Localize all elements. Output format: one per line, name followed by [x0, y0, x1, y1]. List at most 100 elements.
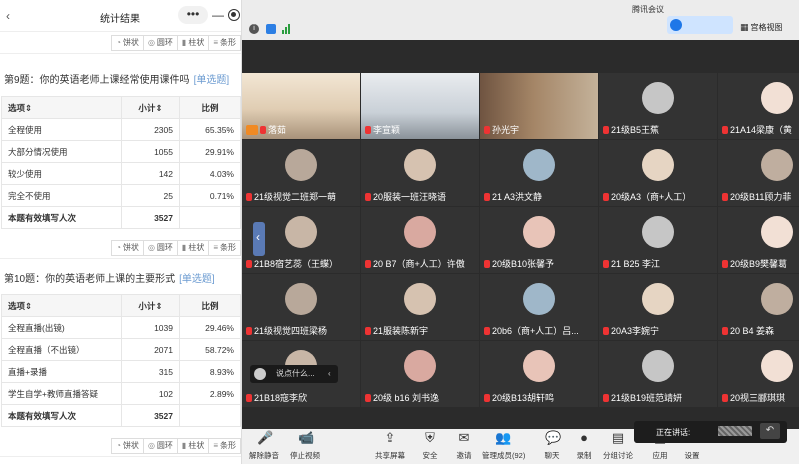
chart-ring-button[interactable]: ◎ 圆环 [142, 240, 178, 256]
participant-tile[interactable]: 20 B4 姜森 [718, 274, 799, 340]
participant-name-text: 孙光宇 [492, 125, 520, 135]
participant-tile[interactable]: 落茹 [242, 73, 360, 139]
participant-tile[interactable]: 20服装一班汪晓语 [361, 140, 479, 206]
participant-name: 21B18寇李欣 [246, 391, 307, 404]
chart-hbar-button[interactable]: ≡ 条形 [208, 35, 241, 51]
shield-icon[interactable] [266, 24, 276, 34]
chart-bar-label: 柱状 [188, 38, 205, 47]
chart-ring-button[interactable]: ◎ 圆环 [142, 35, 178, 51]
participant-tile[interactable]: 21 B25 李江 [599, 207, 717, 273]
mic-muted-icon: 🎤 [257, 430, 274, 445]
participant-tile[interactable]: 20A3李婉宁 [599, 274, 717, 340]
participant-name-text: 20b6（商+人工）吕... [492, 326, 579, 336]
chart-pie-button[interactable]: ◔ 饼状 [111, 240, 144, 256]
participant-tile[interactable]: 李宣颖 [361, 73, 479, 139]
participant-tile[interactable]: 21级视觉二班郑一萌 [242, 140, 360, 206]
toolbar-button-0[interactable]: 🎤 解除静音 [244, 431, 284, 461]
participant-name-text: 21A14梁康（黄 [730, 125, 793, 135]
participant-tile[interactable]: 21A14梁康（黄 [718, 73, 799, 139]
participant-name: 21 B25 李江 [603, 257, 660, 270]
chart-pie-button[interactable]: ◔ 饼状 [111, 35, 144, 51]
col-count-header[interactable]: 小计⇕ [121, 294, 180, 317]
meeting-app-title: 腾讯会议 [632, 5, 664, 14]
participant-name-text: 21服装陈新宇 [373, 326, 429, 336]
participant-tile[interactable]: 21级视觉四班梁杨 [242, 274, 360, 340]
avatar [404, 216, 436, 248]
participant-tile[interactable]: 20级B9樊馨葛 [718, 207, 799, 273]
hbar-icon: ≡ [213, 243, 218, 252]
chart-bar-button[interactable]: ▮ 柱状 [176, 35, 210, 51]
grid-view-button[interactable]: ▦ 宫格视图 [740, 22, 783, 33]
breakout-icon: ▤ [611, 430, 625, 445]
chart-bar-button[interactable]: ▮ 柱状 [176, 438, 210, 454]
emoji-icon[interactable] [254, 368, 266, 380]
avatar [404, 350, 436, 382]
participant-name: 20b6（商+人工）吕... [484, 324, 579, 337]
mic-muted-icon [722, 126, 728, 134]
mic-muted-icon [365, 126, 371, 134]
toolbar-button-2[interactable]: ⇪ 共享屏幕 [370, 431, 410, 461]
table-row: 直播+录播 315 8.93% [1, 360, 241, 383]
participant-name: 21级B19班范靖妍 [603, 391, 682, 404]
chart-hbar-button[interactable]: ≡ 条形 [208, 438, 241, 454]
participant-name: 21级视觉四班梁杨 [246, 324, 327, 337]
record-icon[interactable] [228, 9, 240, 21]
participant-tile[interactable]: 20级B11顾力菲 [718, 140, 799, 206]
chart-bar-button[interactable]: ▮ 柱状 [176, 240, 210, 256]
undo-icon[interactable]: ↶ [760, 423, 780, 439]
chart-ring-button[interactable]: ◎ 圆环 [142, 438, 178, 454]
total-row: 本题有效填写人次 3527 [1, 206, 241, 229]
info-icon[interactable]: i [249, 24, 259, 34]
back-arrow-icon[interactable]: ‹ [6, 9, 10, 23]
participant-tile[interactable]: 20视三郦琪琪 [718, 341, 799, 407]
avatar [642, 283, 674, 315]
chat-quick-input[interactable]: 说点什么... ‹ [250, 365, 338, 383]
minimize-button[interactable]: — [212, 8, 224, 22]
participant-name-text: 落茹 [268, 125, 287, 135]
participant-name: 21级视觉二班郑一萌 [246, 190, 336, 203]
col-ratio-header: 比例 [179, 96, 241, 119]
cloud-record-badge[interactable] [667, 16, 733, 34]
participant-tile[interactable]: 20b6（商+人工）吕... [480, 274, 598, 340]
participant-tile[interactable]: 20级 b16 刘书逸 [361, 341, 479, 407]
panel-header: ‹ 统计结果 ••• — [0, 0, 241, 32]
more-options-button[interactable]: ••• [178, 6, 208, 24]
mic-muted-icon [603, 193, 609, 201]
mic-muted-icon [722, 260, 728, 268]
participant-name-text: 20级B11顾力菲 [730, 192, 792, 202]
participant-tile[interactable]: 20 B7（商+人工）许傲 [361, 207, 479, 273]
participant-tile[interactable]: 孙光宇 [480, 73, 598, 139]
avatar [285, 283, 317, 315]
participant-name: 21服装陈新宇 [365, 324, 428, 337]
col-option-header[interactable]: 选项⇕ [1, 96, 122, 119]
chart-pie-button[interactable]: ◔ 饼状 [111, 438, 144, 454]
participant-tile[interactable]: 20级A3（商+人工） [599, 140, 717, 206]
toolbar-button-4[interactable]: ✉ 邀请 [444, 431, 484, 461]
shield-icon: ⛨ [425, 430, 435, 445]
participant-tile[interactable]: 21服装陈新宇 [361, 274, 479, 340]
participant-tile[interactable]: 20级B13胡轩鸣 [480, 341, 598, 407]
toolbar-button-8[interactable]: ▤ 分组讨论 [598, 431, 638, 461]
mic-muted-icon [484, 394, 490, 402]
toolbar-button-1[interactable]: 📹 停止视频 [285, 431, 325, 461]
toolbar-button-5[interactable]: 👥 管理成员(92) [482, 431, 525, 461]
ring-icon: ◎ [147, 243, 155, 252]
avatar [761, 149, 793, 181]
panel-title: 统计结果 [100, 14, 140, 25]
participant-tile[interactable]: 21级B5王蕉 [599, 73, 717, 139]
avatar [642, 82, 674, 114]
col-option-header[interactable]: 选项⇕ [1, 294, 122, 317]
participant-tile[interactable]: 20级B10张馨予 [480, 207, 598, 273]
participant-name: 21 A3洪文静 [484, 190, 542, 203]
col-count-header[interactable]: 小计⇕ [121, 96, 180, 119]
collapse-sidebar-handle[interactable] [253, 222, 265, 256]
participant-tile[interactable]: 21级B19班范靖妍 [599, 341, 717, 407]
participant-name-text: 20 B7（商+人工）许傲 [373, 259, 465, 269]
chart-hbar-button[interactable]: ≡ 条形 [208, 240, 241, 256]
chart-pie-label: 饼状 [122, 38, 139, 47]
avatar [642, 149, 674, 181]
record-icon: ● [580, 430, 588, 445]
collapse-chat-icon[interactable]: ‹ [328, 365, 331, 383]
participant-tile[interactable]: 21 A3洪文静 [480, 140, 598, 206]
survey-stats-panel: ‹ 统计结果 ••• — ◔ 饼状 ◎ 圆环 ▮ 柱状 ≡ 条形 第9题：你的英语老师上… [0, 0, 242, 464]
